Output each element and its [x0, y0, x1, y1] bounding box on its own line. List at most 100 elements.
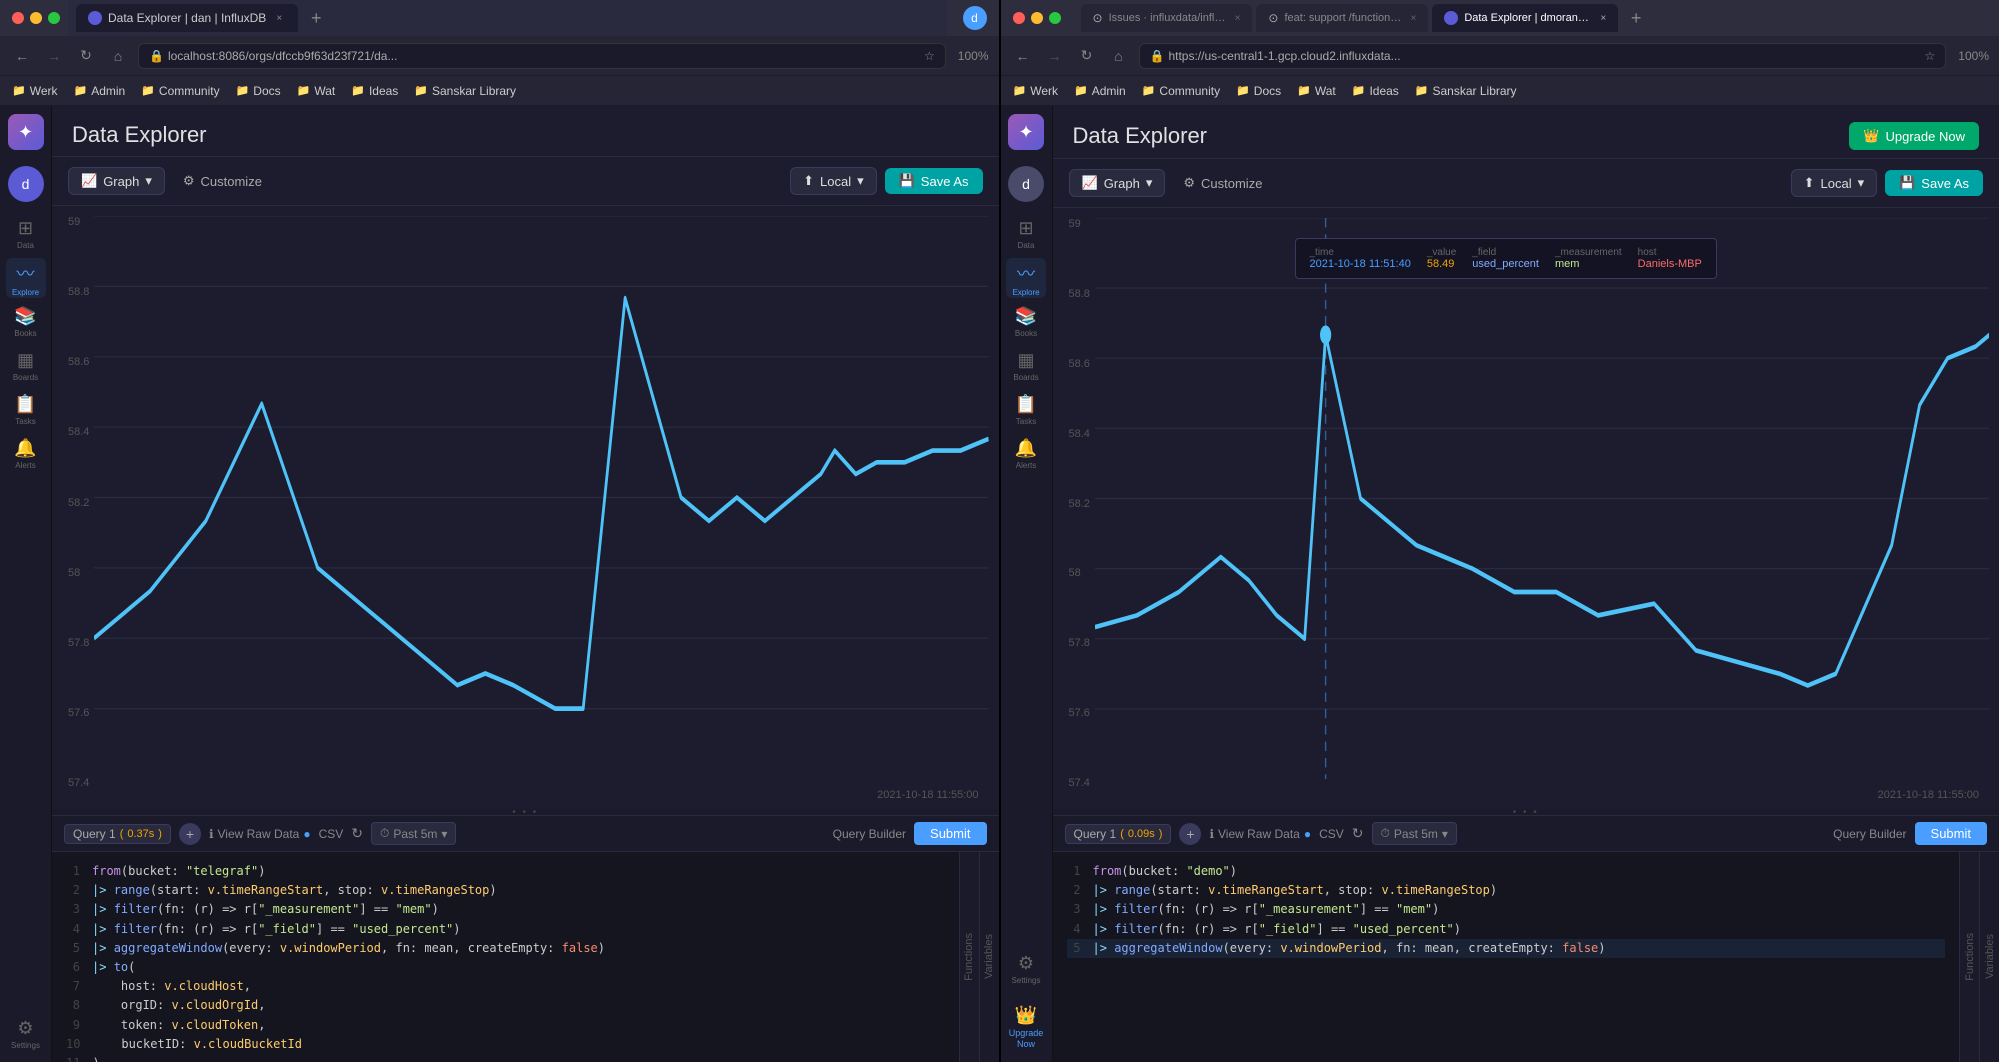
right-csv-button[interactable]: CSV — [1319, 827, 1344, 841]
functions-panel[interactable]: Functions — [959, 852, 979, 1062]
right-back-button[interactable]: ← — [1011, 44, 1035, 68]
right-view-raw-button[interactable]: ℹ View Raw Data ● — [1209, 827, 1311, 841]
graph-type-button[interactable]: 📈 Graph ▾ — [68, 167, 165, 195]
variables-panel[interactable]: Variables — [979, 852, 999, 1062]
right-functions-panel[interactable]: Functions — [1959, 852, 1979, 1062]
right-query-builder-button[interactable]: Query Builder — [1833, 827, 1906, 841]
right-sidebar-item-explore[interactable]: 〰 Explore — [1006, 258, 1046, 298]
right-home-button[interactable]: ⌂ — [1107, 44, 1131, 68]
tab-feat-close[interactable]: × — [1410, 13, 1416, 24]
tab-data-explorer-close[interactable]: × — [1600, 13, 1606, 24]
sidebar-item-explore[interactable]: 〰 Explore — [6, 258, 46, 298]
tab-feat[interactable]: ⊙ feat: support /functions endp... × — [1256, 4, 1428, 32]
upgrade-now-top-button[interactable]: 👑 Upgrade Now — [1849, 122, 1979, 150]
user-avatar[interactable]: d — [8, 166, 44, 202]
sidebar-item-books[interactable]: 📚 Books — [6, 302, 46, 342]
tab-issues-close[interactable]: × — [1235, 13, 1241, 24]
right-submit-button[interactable]: Submit — [1915, 822, 1987, 845]
settings-icon: ⚙ — [17, 1018, 33, 1039]
back-button[interactable]: ← — [10, 44, 34, 68]
query-builder-button[interactable]: Query Builder — [833, 827, 906, 841]
reload-button[interactable]: ↻ — [74, 44, 98, 68]
right-bookmark-wat[interactable]: 📁Wat — [1297, 84, 1336, 98]
right-close-button[interactable] — [1013, 12, 1025, 24]
sidebar-item-tasks[interactable]: 📋 Tasks — [6, 390, 46, 430]
right-star-icon[interactable]: ☆ — [1925, 49, 1936, 63]
new-tab-button[interactable]: + — [302, 4, 330, 32]
save-as-button[interactable]: 💾 Save As — [885, 168, 983, 194]
right-reload-button[interactable]: ↻ — [1075, 44, 1099, 68]
sidebar-item-settings[interactable]: ⚙ Settings — [6, 1014, 46, 1054]
csv-button[interactable]: CSV — [319, 827, 344, 841]
right-time-range-button[interactable]: ⏱ Past 5m ▾ — [1372, 822, 1457, 845]
minimize-button[interactable] — [30, 12, 42, 24]
add-query-button[interactable]: + — [179, 823, 201, 845]
time-range-button[interactable]: ⏱ Past 5m ▾ — [371, 822, 456, 845]
right-sidebar-item-books[interactable]: 📚 Books — [1006, 302, 1046, 342]
right-bookmark-ideas[interactable]: 📁Ideas — [1352, 84, 1399, 98]
right-maximize-button[interactable] — [1049, 12, 1061, 24]
right-variables-panel[interactable]: Variables — [1979, 852, 1999, 1062]
right-chart-plot[interactable]: _time 2021-10-18 11:51:40 _value 58.49 _… — [1095, 218, 1990, 779]
maximize-button[interactable] — [48, 12, 60, 24]
star-icon[interactable]: ☆ — [924, 49, 935, 63]
bookmark-sanskar[interactable]: 📁Sanskar Library — [414, 84, 516, 98]
bookmark-ideas[interactable]: 📁Ideas — [351, 84, 398, 98]
forward-button[interactable]: → — [42, 44, 66, 68]
right-sidebar-item-alerts[interactable]: 🔔 Alerts — [1006, 434, 1046, 474]
right-sidebar-item-boards[interactable]: ▦ Boards — [1006, 346, 1046, 386]
right-address-bar[interactable]: 🔒 https://us-central1-1.gcp.cloud2.influ… — [1139, 43, 1947, 69]
code-line-4: 4 |> filter(fn: (r) => r["_field"] == "u… — [66, 920, 985, 939]
local-button[interactable]: ⬆ Local ▾ — [790, 167, 877, 195]
right-refresh-button[interactable]: ↻ — [1352, 825, 1364, 842]
right-customize-button[interactable]: ⚙ Customize — [1175, 170, 1270, 196]
right-user-avatar[interactable]: d — [1008, 166, 1044, 202]
view-raw-button[interactable]: ℹ View Raw Data ● — [209, 827, 311, 841]
right-bookmark-werk[interactable]: 📁Werk — [1013, 84, 1058, 98]
address-bar[interactable]: 🔒 localhost:8086/orgs/dfccb9f63d23f721/d… — [138, 43, 946, 69]
bookmark-docs[interactable]: 📁Docs — [236, 84, 281, 98]
sidebar-item-alerts[interactable]: 🔔 Alerts — [6, 434, 46, 474]
right-bookmark-sanskar[interactable]: 📁Sanskar Library — [1415, 84, 1517, 98]
right-sidebar-item-data[interactable]: ⊞ Data — [1006, 214, 1046, 254]
tab-data-explorer[interactable]: Data Explorer | dmoran@influx... × — [1432, 4, 1618, 32]
customize-button[interactable]: ⚙ Customize — [175, 168, 270, 194]
code-editor[interactable]: 1 from(bucket: "telegraf") 2 |> range(st… — [52, 852, 999, 1062]
right-bookmark-admin[interactable]: 📁Admin — [1074, 84, 1126, 98]
right-sidebar-item-settings[interactable]: ⚙ Settings — [1006, 949, 1046, 989]
active-tab[interactable]: Data Explorer | dan | InfluxDB × — [76, 4, 298, 32]
right-graph-chevron-icon: ▾ — [1146, 175, 1153, 191]
right-new-tab-button[interactable]: + — [1622, 4, 1650, 32]
bookmark-community[interactable]: 📁Community — [141, 84, 219, 98]
query-tag[interactable]: Query 1 ( 0.37s ) — [64, 824, 171, 844]
right-graph-icon: 📈 — [1082, 175, 1098, 191]
right-query-timing-close: ) — [1159, 828, 1163, 840]
right-query-tag[interactable]: Query 1 ( 0.09s ) — [1065, 824, 1172, 844]
submit-button[interactable]: Submit — [914, 822, 986, 845]
tab-label: Data Explorer | dan | InfluxDB — [108, 11, 266, 25]
right-minimize-button[interactable] — [1031, 12, 1043, 24]
bookmark-wat[interactable]: 📁Wat — [297, 84, 336, 98]
traffic-lights[interactable] — [12, 12, 60, 24]
right-save-as-button[interactable]: 💾 Save As — [1885, 170, 1983, 196]
upgrade-now-button[interactable]: 👑 UpgradeNow — [1009, 1005, 1044, 1050]
right-local-button[interactable]: ⬆ Local ▾ — [1791, 169, 1878, 197]
bookmark-werk[interactable]: 📁Werk — [12, 84, 57, 98]
right-bookmark-community[interactable]: 📁Community — [1142, 84, 1220, 98]
sidebar-item-boards[interactable]: ▦ Boards — [6, 346, 46, 386]
right-forward-button[interactable]: → — [1043, 44, 1067, 68]
right-sidebar-item-tasks[interactable]: 📋 Tasks — [1006, 390, 1046, 430]
right-code-editor[interactable]: 1 from(bucket: "demo") 2 |> range(start:… — [1053, 852, 1960, 1062]
tab-issues[interactable]: ⊙ Issues · influxdata/influxdb × — [1081, 4, 1253, 32]
sidebar-item-data[interactable]: ⊞ Data — [6, 214, 46, 254]
bookmark-admin[interactable]: 📁Admin — [73, 84, 125, 98]
tab-close-icon[interactable]: × — [272, 11, 286, 25]
home-button[interactable]: ⌂ — [106, 44, 130, 68]
close-button[interactable] — [12, 12, 24, 24]
profile-avatar[interactable]: d — [963, 6, 987, 30]
right-add-query-button[interactable]: + — [1179, 823, 1201, 845]
right-bookmark-docs[interactable]: 📁Docs — [1236, 84, 1281, 98]
refresh-button[interactable]: ↻ — [351, 825, 363, 842]
graph-icon: 📈 — [81, 173, 97, 189]
right-graph-type-button[interactable]: 📈 Graph ▾ — [1069, 169, 1166, 197]
